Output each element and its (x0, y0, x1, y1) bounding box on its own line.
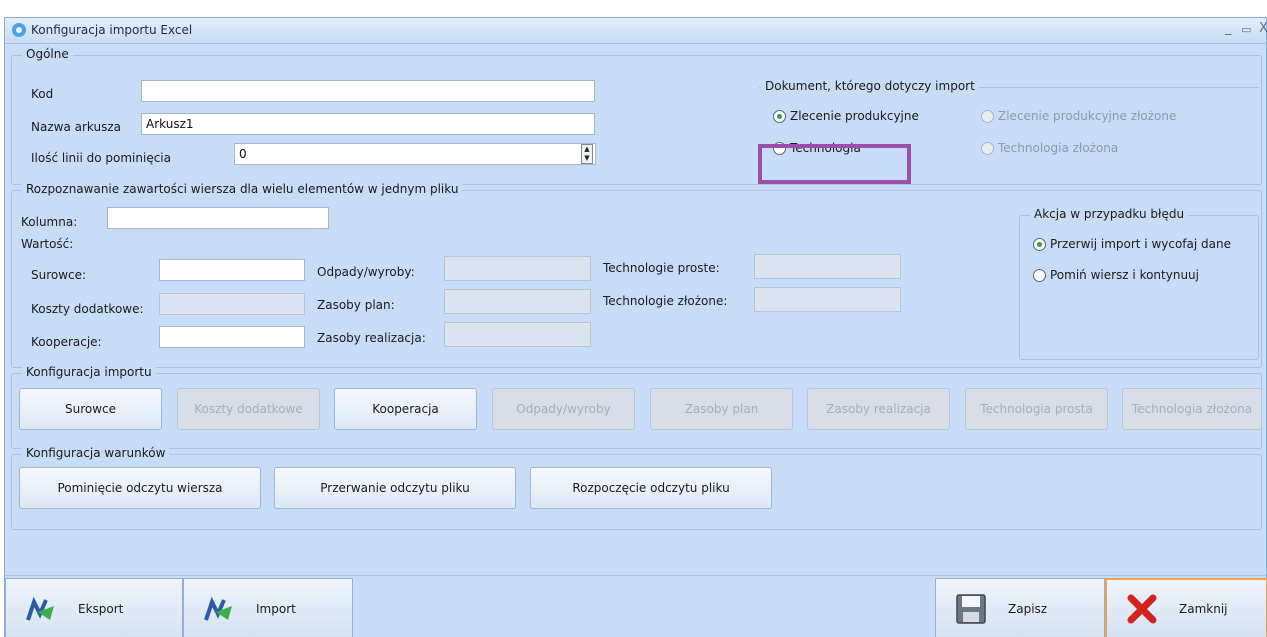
radio-dot (1033, 237, 1046, 251)
zasoby-realizacja-label: Zasoby realizacja: (317, 331, 426, 345)
tech-proste-input[interactable] (754, 254, 901, 279)
export-button[interactable]: Eksport (5, 578, 183, 637)
radio-dot (773, 109, 786, 123)
skip-row-condition-button[interactable]: Pominięcie odczytu wiersza (19, 467, 261, 509)
skip-lines-stepper[interactable]: ▲ ▼ (581, 144, 593, 164)
radio-label: Przerwij import i wycofaj dane (1050, 237, 1231, 251)
close-label: Zamknij (1179, 601, 1228, 616)
radio-label: Zlecenie produkcyjne (790, 109, 919, 123)
window-title: Konfiguracja importu Excel (31, 23, 193, 37)
sheet-name-label: Nazwa arkusza (31, 120, 121, 134)
tech-zlozone-label: Technologie złożone: (603, 294, 728, 308)
radio-abort-import[interactable]: Przerwij import i wycofaj dane (1033, 237, 1231, 251)
radio-technologia[interactable]: Technologia (773, 141, 861, 155)
abort-file-condition-button[interactable]: Przerwanie odczytu pliku (274, 467, 516, 509)
zasoby-realizacja-button[interactable]: Zasoby realizacja (807, 388, 950, 430)
document-legend: Dokument, którego dotyczy import (761, 79, 979, 93)
general-legend: Ogólne (22, 47, 73, 61)
floppy-disk-icon (956, 593, 986, 624)
gear-flower-icon (12, 23, 26, 37)
radio-dot (981, 141, 994, 155)
save-button[interactable]: Zapisz (935, 578, 1105, 637)
maximize-button[interactable]: ▭ (1241, 23, 1251, 36)
kooperacje-label: Kooperacje: (31, 335, 102, 349)
radio-label: Zlecenie produkcyjne złożone (998, 109, 1177, 123)
odpady-input[interactable] (444, 256, 591, 281)
import-config-legend: Konfiguracja importu (22, 365, 156, 379)
save-label: Zapisz (1008, 601, 1048, 616)
value-label: Wartość: (21, 237, 74, 251)
kooperacje-input[interactable] (159, 326, 305, 348)
start-file-condition-button[interactable]: Rozpoczęcie odczytu pliku (530, 467, 772, 509)
odpady-label: Odpady/wyroby: (317, 265, 415, 279)
kod-label: Kod (31, 87, 54, 101)
minimize-button[interactable]: _ (1225, 21, 1232, 36)
radio-label: Technologia (790, 141, 861, 155)
column-input[interactable] (107, 207, 329, 229)
surowce-button[interactable]: Surowce (19, 388, 162, 430)
radio-dot (981, 109, 994, 123)
radio-label: Pomiń wiersz i kontynuuj (1050, 268, 1199, 282)
kooperacja-button[interactable]: Kooperacja (334, 388, 477, 430)
import-config-window: Konfiguracja importu Excel _ ▭ X Ogólne … (4, 17, 1267, 637)
kod-input[interactable] (141, 80, 595, 102)
tech-proste-label: Technologie proste: (603, 261, 720, 275)
technologia-prosta-button[interactable]: Technologia prosta (965, 388, 1108, 430)
error-action-legend: Akcja w przypadku błędu (1030, 207, 1189, 221)
zasoby-plan-input[interactable] (444, 289, 591, 314)
recognition-legend: Rozpoznawanie zawartości wiersza dla wie… (22, 182, 463, 196)
koszty-dodatkowe-button[interactable]: Koszty dodatkowe (177, 388, 320, 430)
odpady-wyroby-button[interactable]: Odpady/wyroby (492, 388, 635, 430)
radio-dot (1033, 268, 1046, 282)
dialog-content: Ogólne Kod Nazwa arkusza Ilość linii do … (5, 45, 1266, 575)
zasoby-realizacja-input[interactable] (444, 322, 591, 347)
technologia-zlozona-button[interactable]: Technologia złożona (1122, 388, 1262, 430)
surowce-label: Surowce: (31, 268, 87, 282)
radio-skip-row[interactable]: Pomiń wiersz i kontynuuj (1033, 268, 1199, 282)
tech-zlozone-input[interactable] (754, 287, 901, 312)
sheet-name-input[interactable] (141, 113, 595, 135)
export-arrow-icon (26, 596, 54, 621)
radio-label: Technologia złożona (998, 141, 1119, 155)
footer-bar: Eksport Import Zapisz Zamknij (5, 575, 1267, 637)
close-window-button[interactable]: X (1259, 21, 1267, 36)
skip-lines-input[interactable] (234, 143, 596, 165)
close-x-icon (1127, 594, 1157, 623)
column-label: Kolumna: (21, 215, 78, 229)
zasoby-plan-label: Zasoby plan: (317, 298, 395, 312)
export-label: Eksport (78, 601, 124, 616)
radio-dot (773, 141, 786, 155)
koszty-label: Koszty dodatkowe: (31, 302, 144, 316)
import-label: Import (256, 601, 296, 616)
koszty-input[interactable] (159, 293, 305, 315)
close-button[interactable]: Zamknij (1105, 578, 1267, 637)
stepper-down-icon[interactable]: ▼ (582, 154, 592, 163)
title-bar: Konfiguracja importu Excel _ ▭ X (5, 18, 1267, 44)
radio-technologia-zlozona[interactable]: Technologia złożona (981, 141, 1118, 155)
stepper-up-icon[interactable]: ▲ (582, 145, 592, 154)
zasoby-plan-button[interactable]: Zasoby plan (650, 388, 793, 430)
document-group: Dokument, którego dotyczy import (759, 79, 1259, 173)
skip-lines-label: Ilość linii do pominięcia (31, 151, 171, 165)
surowce-input[interactable] (159, 259, 305, 281)
radio-zlecenie-zlozone[interactable]: Zlecenie produkcyjne złożone (981, 109, 1176, 123)
radio-zlecenie-produkcyjne[interactable]: Zlecenie produkcyjne (773, 109, 919, 123)
import-arrow-icon (204, 596, 232, 621)
import-button[interactable]: Import (183, 578, 353, 637)
conditions-legend: Konfiguracja warunków (22, 446, 170, 460)
